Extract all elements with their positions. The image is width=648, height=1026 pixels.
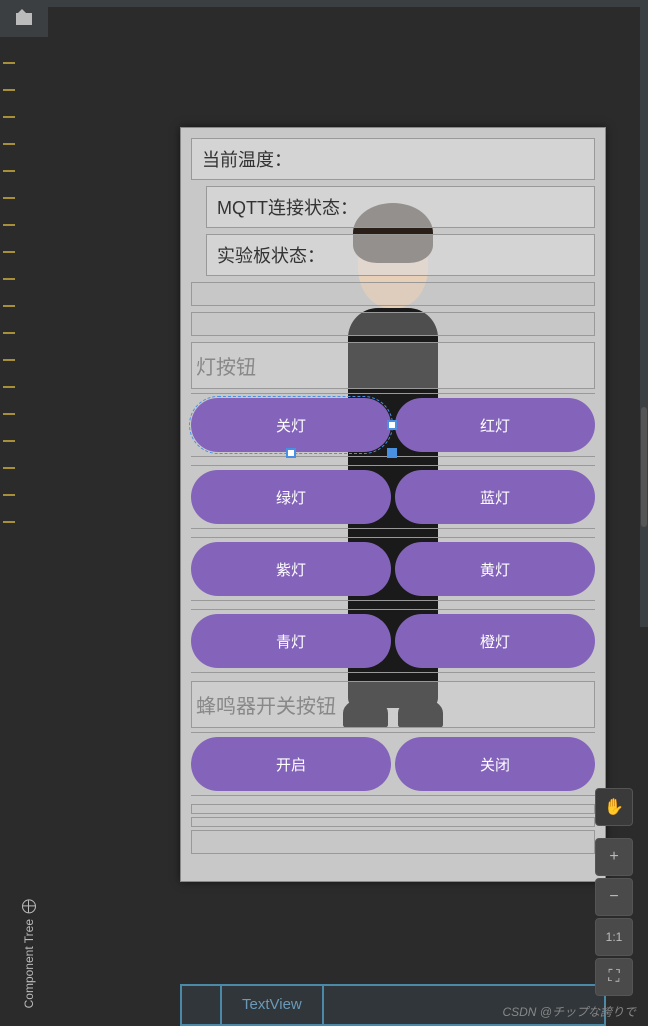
buzzer-open-button[interactable]: 开启 <box>191 737 391 791</box>
left-toolbar <box>0 0 48 37</box>
zoom-out-button[interactable]: − <box>595 878 633 916</box>
layout-overlay: 当前温度： MQTT连接状态： 实验板状态： 灯按钮 关灯 红灯 绿灯 蓝灯 <box>191 138 595 860</box>
lights-section-label[interactable]: 灯按钮 <box>191 342 595 389</box>
component-tree-label: Component Tree <box>22 919 36 1008</box>
scrollbar-thumb[interactable] <box>641 407 647 527</box>
component-tree-tab[interactable]: Component Tree <box>18 891 40 1016</box>
spacer[interactable] <box>191 830 595 854</box>
button-row: 关灯 红灯 <box>191 393 595 457</box>
selection-handle[interactable] <box>286 448 296 458</box>
light-red-button[interactable]: 红灯 <box>395 398 595 452</box>
spacer[interactable] <box>191 817 595 827</box>
spacer[interactable] <box>191 804 595 814</box>
vertical-scrollbar[interactable] <box>640 7 648 627</box>
light-green-button[interactable]: 绿灯 <box>191 470 391 524</box>
spacer[interactable] <box>191 282 595 306</box>
zoom-in-button[interactable]: + <box>595 838 633 876</box>
plus-icon: + <box>609 848 618 866</box>
zoom-ratio-button[interactable]: 1:1 <box>595 918 633 956</box>
light-purple-button[interactable]: 紫灯 <box>191 542 391 596</box>
minus-icon: − <box>609 888 618 906</box>
light-yellow-button[interactable]: 黄灯 <box>395 542 595 596</box>
left-ruler <box>0 37 18 1026</box>
pan-button[interactable]: ✋ <box>595 788 633 826</box>
textview-label[interactable]: TextView <box>222 986 324 1024</box>
buzzer-section-label[interactable]: 蜂鸣器开关按钮 <box>191 681 595 728</box>
hand-icon: ✋ <box>604 797 624 817</box>
zoom-controls: ✋ + − 1:1 ⛶ <box>595 788 633 996</box>
device-frame[interactable]: 当前温度： MQTT连接状态： 实验板状态： 灯按钮 关灯 红灯 绿灯 蓝灯 <box>180 127 606 882</box>
selection-handle[interactable] <box>387 420 397 430</box>
button-row: 绿灯 蓝灯 <box>191 465 595 529</box>
light-blue-button[interactable]: 蓝灯 <box>395 470 595 524</box>
top-bar <box>48 0 648 7</box>
light-off-button[interactable]: 关灯 <box>191 398 391 452</box>
design-canvas[interactable]: 当前温度： MQTT连接状态： 实验板状态： 灯按钮 关灯 红灯 绿灯 蓝灯 <box>48 7 640 1026</box>
temperature-label[interactable]: 当前温度： <box>191 138 595 180</box>
light-cyan-button[interactable]: 青灯 <box>191 614 391 668</box>
light-orange-button[interactable]: 橙灯 <box>395 614 595 668</box>
zoom-fit-button[interactable]: ⛶ <box>595 958 633 996</box>
panel-cell[interactable] <box>182 986 222 1024</box>
button-row: 青灯 橙灯 <box>191 609 595 673</box>
board-status-label[interactable]: 实验板状态： <box>206 234 595 276</box>
watermark: CSDN @チップな誇りで <box>502 1003 636 1020</box>
button-row: 开启 关闭 <box>191 732 595 796</box>
button-row: 紫灯 黄灯 <box>191 537 595 601</box>
buzzer-close-button[interactable]: 关闭 <box>395 737 595 791</box>
fit-icon: ⛶ <box>608 968 619 986</box>
mqtt-status-label[interactable]: MQTT连接状态： <box>206 186 595 228</box>
spacer[interactable] <box>191 312 595 336</box>
globe-icon <box>22 899 36 913</box>
selection-handle[interactable] <box>387 448 397 458</box>
button-label: 关灯 <box>276 415 306 436</box>
layers-icon[interactable] <box>16 13 32 25</box>
